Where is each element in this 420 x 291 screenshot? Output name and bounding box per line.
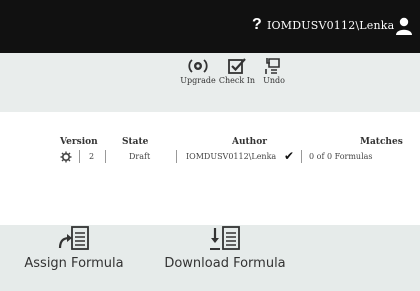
undo-button[interactable]: Undo — [252, 57, 296, 85]
top-bar: ? IOMDUSV0112\Lenka — [0, 0, 420, 53]
upgrade-button[interactable]: Upgrade — [176, 57, 220, 85]
person-icon[interactable] — [396, 17, 412, 35]
version-value: 2 — [89, 152, 95, 161]
column-separator — [105, 150, 106, 163]
assign-formula-icon — [58, 226, 89, 250]
undo-icon — [265, 58, 280, 74]
gear-icon[interactable] — [60, 151, 72, 163]
column-header-state[interactable]: State — [122, 137, 148, 147]
download-formula-label: Download Formula — [164, 256, 286, 271]
user-name[interactable]: IOMDUSV0112\Lenka — [267, 19, 394, 32]
upgrade-label: Upgrade — [180, 76, 216, 85]
column-header-matches[interactable]: Matches — [360, 137, 403, 147]
checked-icon: ✔ — [284, 149, 295, 163]
column-separator — [301, 150, 302, 163]
matches-value: 0 of 0 Formulas — [309, 152, 373, 161]
help-icon[interactable]: ? — [252, 16, 262, 34]
download-formula-button[interactable]: Download Formula — [150, 226, 300, 271]
check-in-icon — [228, 58, 246, 74]
assign-formula-button[interactable]: Assign Formula — [0, 226, 148, 271]
column-header-version[interactable]: Version — [60, 137, 98, 147]
state-value: Draft — [129, 152, 151, 161]
upgrade-icon — [188, 59, 208, 73]
column-separator — [176, 150, 177, 163]
column-separator — [79, 150, 80, 163]
column-header-author[interactable]: Author — [232, 137, 267, 147]
author-value: IOMDUSV0112\Lenka — [186, 152, 277, 161]
assign-formula-label: Assign Formula — [24, 256, 124, 271]
download-formula-icon — [210, 226, 240, 250]
toolbar: Upgrade Check In Undo — [0, 53, 420, 112]
undo-label: Undo — [263, 76, 285, 85]
